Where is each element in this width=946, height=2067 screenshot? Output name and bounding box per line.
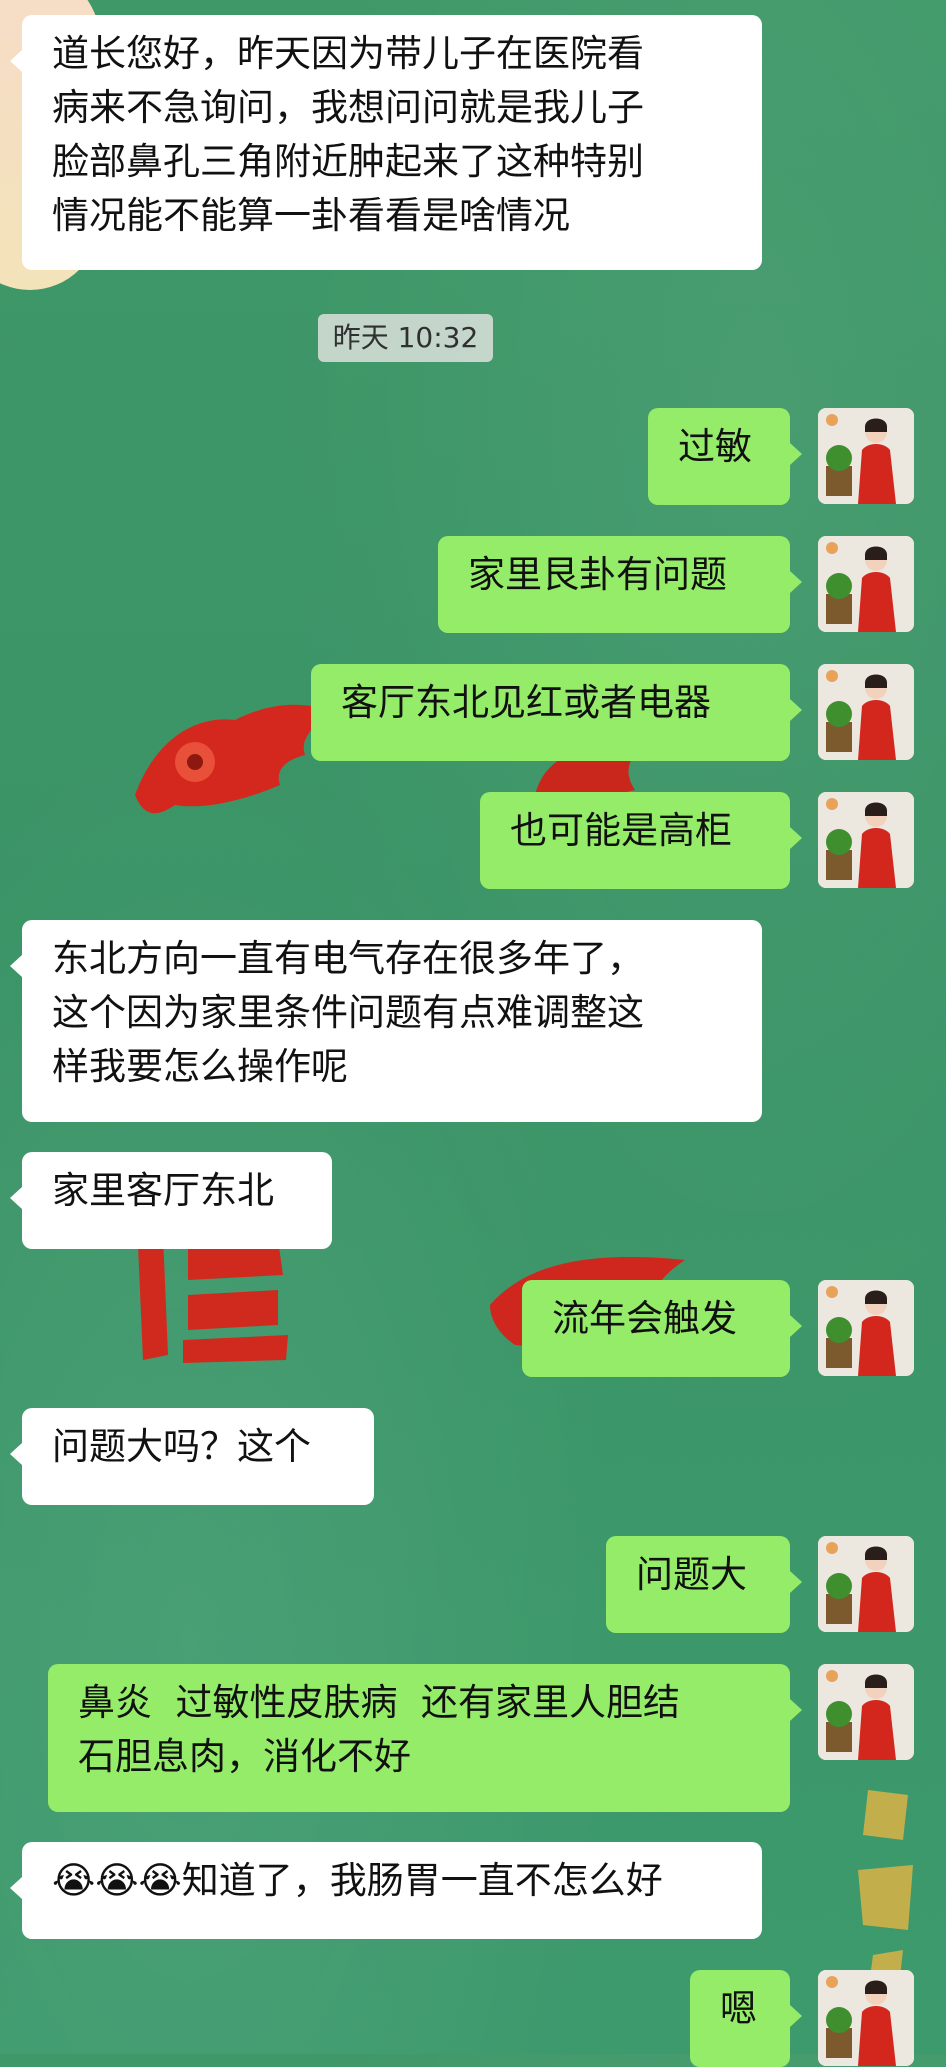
- avatar[interactable]: [818, 1536, 914, 1632]
- avatar[interactable]: [818, 408, 914, 504]
- message-bubble-outgoing[interactable]: 也可能是高柜: [480, 792, 802, 889]
- avatar-icon: [818, 536, 914, 632]
- avatar[interactable]: [818, 536, 914, 632]
- message-bubble-incoming[interactable]: 问题大吗？这个: [10, 1408, 374, 1505]
- message-bubble-outgoing[interactable]: 客厅东北见红或者电器: [311, 664, 802, 761]
- avatar[interactable]: [818, 1664, 914, 1760]
- message-bubble-outgoing[interactable]: 嗯: [690, 1970, 802, 2067]
- avatar-icon: [818, 1664, 914, 1760]
- message-bubble-outgoing[interactable]: 问题大: [606, 1536, 802, 1633]
- avatar-icon: [818, 792, 914, 888]
- gold-calligraphy-ornament: [858, 1790, 913, 1995]
- avatar-icon: [818, 664, 914, 760]
- message-bubble-incoming[interactable]: 😭😭😭知道了，我肠胃一直不怎么好: [10, 1842, 762, 1939]
- avatar-icon: [818, 1280, 914, 1376]
- message-bubble-outgoing[interactable]: 过敏: [648, 408, 802, 505]
- message-bubble-outgoing[interactable]: 流年会触发: [522, 1280, 802, 1377]
- avatar-icon: [818, 1970, 914, 2066]
- red-seal-ornament: [138, 1235, 288, 1363]
- avatar[interactable]: [818, 1970, 914, 2066]
- avatar-icon: [818, 1536, 914, 1632]
- message-bubble-outgoing[interactable]: 家里艮卦有问题: [438, 536, 802, 633]
- message-bubble-incoming[interactable]: 东北方向一直有电气存在很多年了， 这个因为家里条件问题有点难调整这 样我要怎么操…: [10, 920, 762, 1122]
- avatar[interactable]: [818, 1280, 914, 1376]
- avatar[interactable]: [818, 792, 914, 888]
- red-fish-ornament: [135, 704, 330, 814]
- avatar[interactable]: [818, 664, 914, 760]
- chat-timestamp: 昨天 10:32: [318, 314, 493, 362]
- avatar-icon: [818, 408, 914, 504]
- message-bubble-incoming[interactable]: 家里客厅东北: [10, 1152, 332, 1249]
- message-bubble-incoming[interactable]: 道长您好，昨天因为带儿子在医院看 病来不急询问，我想问问就是我儿子 脸部鼻孔三角…: [10, 15, 762, 270]
- message-bubble-outgoing[interactable]: 鼻炎 过敏性皮肤病 还有家里人胆结 石胆息肉，消化不好: [48, 1664, 802, 1812]
